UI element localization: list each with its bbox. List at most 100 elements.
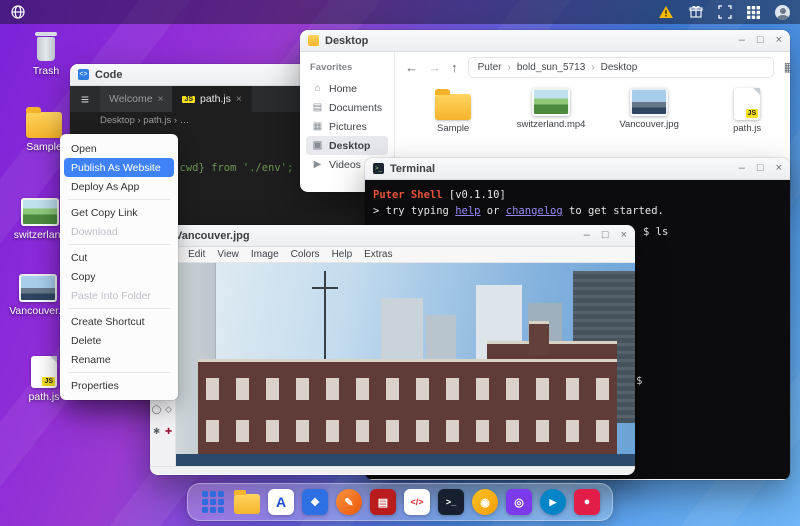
code-icon: </> [404, 489, 430, 515]
terminal-line: $ ls [643, 226, 669, 238]
dock-code-button[interactable]: </> [404, 489, 430, 515]
tab-welcome[interactable]: Welcome × [100, 86, 174, 112]
video-thumbnail-icon [532, 88, 571, 116]
start-grid-icon [202, 491, 224, 513]
forward-icon[interactable]: → [428, 60, 441, 75]
puter-logo-icon[interactable] [10, 4, 26, 20]
tab-label: path.js [199, 93, 231, 105]
back-icon[interactable]: ← [405, 60, 418, 75]
sidebar-header: Favorites [310, 62, 353, 73]
folder-icon [435, 89, 472, 120]
tab-close-icon[interactable]: × [236, 94, 242, 105]
desktop-icon-trash[interactable]: Trash [14, 32, 78, 78]
context-menu: Open Publish As Website Deploy As App Ge… [60, 134, 178, 400]
close-button[interactable]: × [776, 35, 782, 46]
context-item-get-copy-link[interactable]: Get Copy Link [60, 203, 178, 222]
grid-view-icon[interactable]: ▦ [784, 60, 790, 74]
menu-colors[interactable]: Colors [285, 249, 326, 260]
viewer-titlebar[interactable]: Vancouver.jpg – □ × [150, 225, 635, 247]
menu-extras[interactable]: Extras [358, 249, 398, 260]
context-item-open[interactable]: Open [60, 139, 178, 158]
minimize-button[interactable]: – [739, 35, 745, 46]
start-button[interactable] [200, 489, 226, 515]
breadcrumb-user[interactable]: bold_sun_5713 [517, 62, 585, 73]
context-item-deploy-as-app[interactable]: Deploy As App [60, 177, 178, 196]
menu-edit[interactable]: Edit [182, 249, 211, 260]
terminal-line: > try typing help or changelog to get st… [373, 205, 664, 217]
maximize-button[interactable]: □ [757, 35, 764, 46]
topbar [0, 0, 800, 24]
tool-icon[interactable]: ✱ [151, 420, 163, 442]
changelog-link[interactable]: changelog [506, 205, 563, 217]
terminal-line: Puter Shell [v0.1.10] [373, 189, 506, 201]
desktop[interactable]: Trash Sample switzerland Vancouver... JS… [0, 0, 800, 526]
minimize-button[interactable]: – [739, 163, 745, 174]
desktop-icon-label: Sample [26, 141, 62, 153]
menu-separator [68, 308, 170, 309]
dock-draw-button[interactable]: ✎ [336, 489, 362, 515]
menu-help[interactable]: Help [326, 249, 359, 260]
apps-grid-icon[interactable] [747, 5, 760, 19]
warning-icon[interactable] [658, 5, 674, 19]
context-item-create-shortcut[interactable]: Create Shortcut [60, 312, 178, 331]
tool-icon[interactable]: ◯ [151, 398, 163, 420]
up-icon[interactable]: ↑ [451, 60, 458, 75]
breadcrumb[interactable]: Puter › bold_sun_5713 › Desktop [467, 56, 774, 78]
sidebar-item-documents[interactable]: ▤ Documents [306, 98, 388, 117]
dock-files-button[interactable] [234, 489, 260, 515]
fullscreen-icon[interactable] [718, 5, 732, 19]
sidebar-item-pictures[interactable]: ▦ Pictures [306, 117, 388, 136]
code-app-icon: <> [78, 69, 89, 80]
dock-player-button[interactable]: ▶ [540, 489, 566, 515]
tab-pathjs[interactable]: JS path.js × [173, 86, 252, 112]
menu-image[interactable]: Image [245, 249, 285, 260]
js-file-icon: JS [734, 88, 761, 120]
context-item-cut[interactable]: Cut [60, 248, 178, 267]
chevron-right-icon: › [507, 61, 511, 73]
tool-icon[interactable]: ✚ [163, 420, 175, 442]
close-button[interactable]: × [621, 230, 627, 241]
photo-chimney [529, 321, 549, 355]
hamburger-menu-icon[interactable]: ≡ [70, 86, 100, 112]
terminal-app-icon: >_ [373, 163, 384, 174]
sidebar-item-desktop[interactable]: ▣ Desktop [306, 136, 389, 155]
context-item-delete[interactable]: Delete [60, 331, 178, 350]
folder-app-icon [308, 35, 319, 46]
context-item-copy[interactable]: Copy [60, 267, 178, 286]
files-window-title: Desktop [325, 34, 369, 47]
dock-juice-button[interactable]: ◉ [472, 489, 498, 515]
context-item-properties[interactable]: Properties [60, 376, 178, 395]
maximize-button[interactable]: □ [757, 163, 764, 174]
maximize-button[interactable]: □ [602, 230, 609, 241]
dock-terminal-button[interactable]: >_ [438, 489, 464, 515]
context-item-rename[interactable]: Rename [60, 350, 178, 369]
dock-recorder-button[interactable]: ● [574, 489, 600, 515]
sidebar-item-home[interactable]: ⌂ Home [306, 79, 388, 98]
trash-icon [34, 32, 58, 62]
files-titlebar[interactable]: Desktop – □ × [300, 30, 790, 52]
juice-icon: ◉ [472, 489, 498, 515]
menu-view[interactable]: View [211, 249, 245, 260]
breadcrumb-current[interactable]: Desktop [601, 62, 638, 73]
context-item-publish-as-website[interactable]: Publish As Website [64, 158, 174, 177]
user-avatar[interactable] [775, 4, 790, 20]
terminal-titlebar[interactable]: >_ Terminal – □ × [365, 158, 790, 180]
help-link[interactable]: help [455, 205, 480, 217]
window-controls: – □ × [739, 35, 782, 46]
dock-writer-button[interactable]: ▤ [370, 489, 396, 515]
minimize-button[interactable]: – [584, 230, 590, 241]
image-thumbnail-icon [19, 274, 57, 302]
tab-close-icon[interactable]: × [158, 94, 164, 105]
tool-icon[interactable]: ◇ [163, 398, 175, 420]
terminal-window-title: Terminal [390, 162, 436, 175]
terminal-icon: >_ [438, 489, 464, 515]
gift-icon[interactable] [689, 5, 703, 19]
close-button[interactable]: × [776, 163, 782, 174]
image-canvas[interactable] [176, 263, 635, 466]
breadcrumb-root[interactable]: Puter [478, 62, 502, 73]
dock-app-center-button[interactable]: A [268, 489, 294, 515]
dock-blocks-button[interactable]: ❖ [302, 489, 328, 515]
viewer-menubar: File Edit View Image Colors Help Extras [150, 247, 635, 263]
desktop-icon: ▣ [312, 140, 323, 151]
dock-camera-button[interactable]: ◎ [506, 489, 532, 515]
